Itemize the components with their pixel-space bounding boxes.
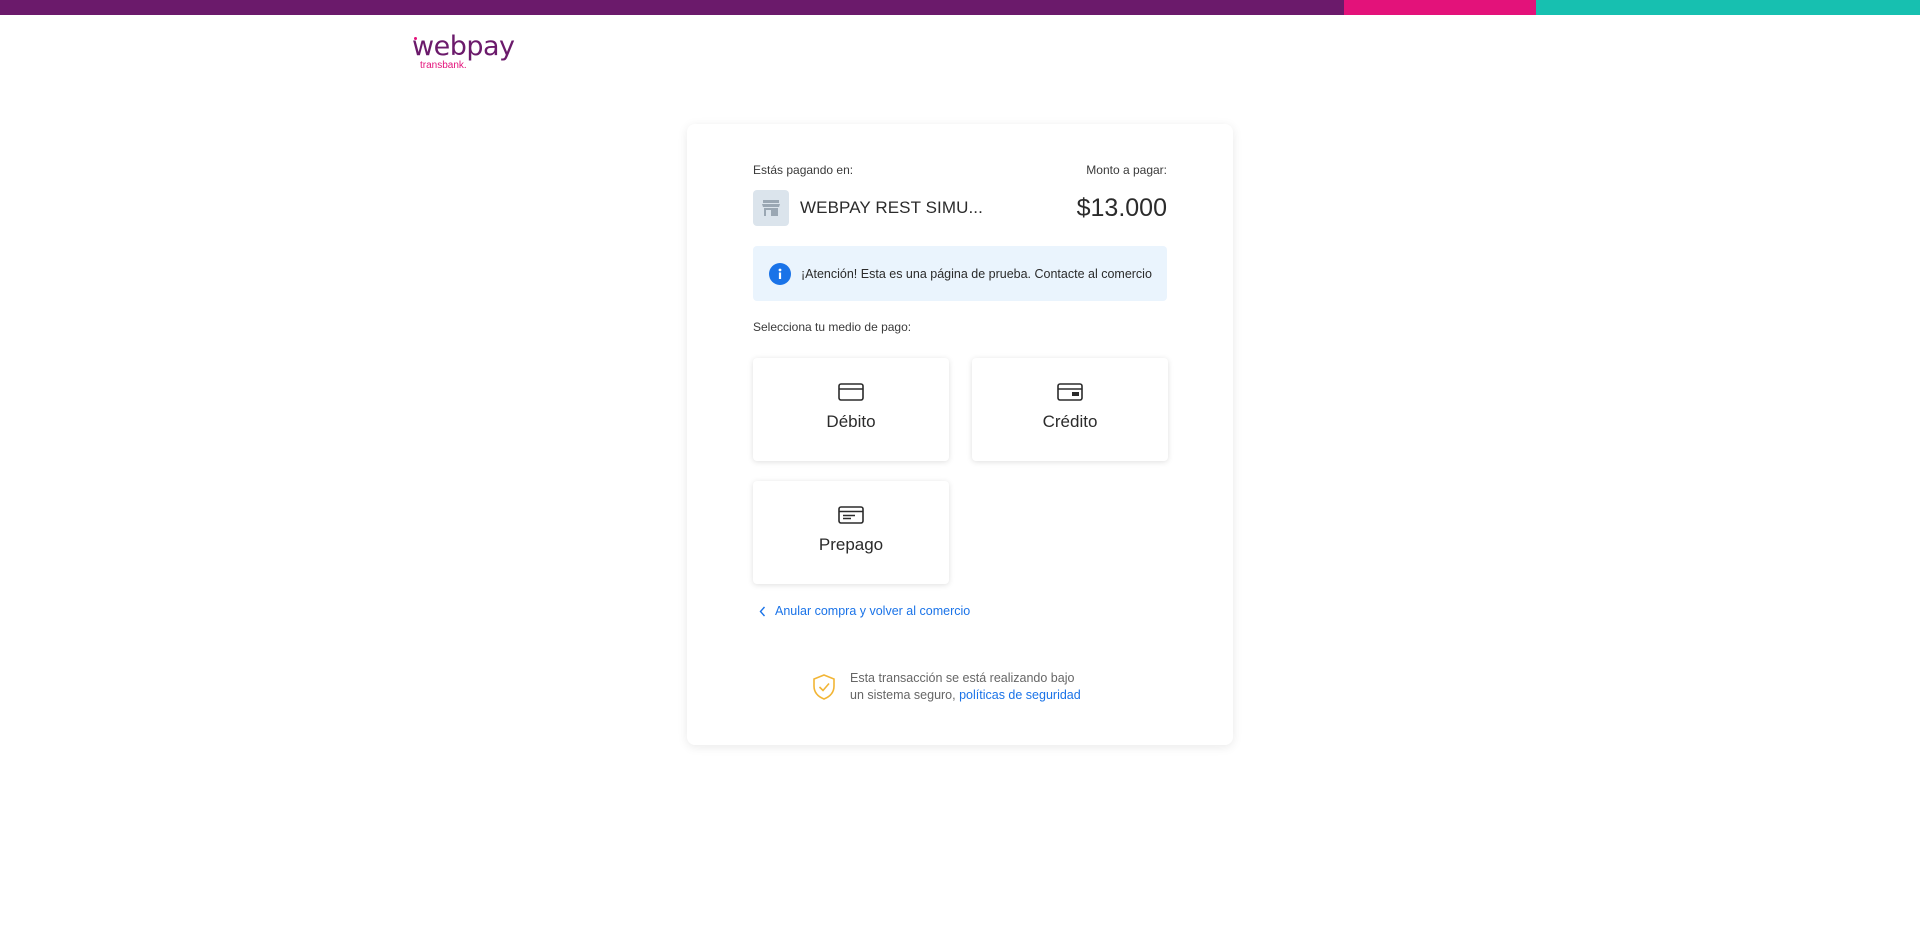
brand-bar-purple [0,0,1344,15]
merchant-info: WEBPAY REST SIMU... [753,190,983,226]
prepaid-option-button[interactable]: Prepago [753,481,949,584]
alert-text: ¡Atención! Esta es una página de prueba.… [801,266,1152,281]
cancel-purchase-label: Anular compra y volver al comercio [775,604,971,618]
security-notice: Esta transacción se está realizando bajo… [811,670,1090,704]
prepaid-card-icon [838,506,864,524]
brand-bar-teal [1536,0,1920,15]
amount-value: $13.000 [1076,193,1167,222]
brand-color-bar [0,0,1920,15]
debit-option-label: Débito [826,412,876,431]
chevron-left-icon [759,606,766,616]
payment-method-label: Selecciona tu medio de pago: [753,320,912,334]
merchant-row: WEBPAY REST SIMU... $13.000 [753,190,1167,226]
credit-card-icon [1057,383,1083,401]
webpay-logo: webpay transbank. [412,32,532,74]
brand-bar-pink [1344,0,1536,15]
merchant-name: WEBPAY REST SIMU... [800,198,983,217]
debit-card-icon [838,383,864,401]
credit-option-button[interactable]: Crédito [972,358,1168,461]
logo-subtext: transbank. [420,60,467,71]
prepaid-option-label: Prepago [818,535,884,554]
test-page-alert: ¡Atención! Esta es una página de prueba.… [753,246,1167,301]
logo-wordmark: webpay [412,31,515,62]
debit-option-button[interactable]: Débito [753,358,949,461]
info-icon [769,262,791,285]
amount-label: Monto a pagar: [1086,163,1167,177]
payment-header-labels: Estás pagando en: Monto a pagar: [753,163,1167,177]
cancel-purchase-link[interactable]: Anular compra y volver al comercio [759,604,970,618]
payment-card: Estás pagando en: Monto a pagar: WEBPAY … [687,124,1233,745]
shield-check-icon [813,674,835,700]
paying-at-label: Estás pagando en: [753,163,854,177]
security-policy-link[interactable]: políticas de seguridad [959,688,1081,702]
security-text: Esta transacción se está realizando bajo… [850,670,1090,704]
credit-option-label: Crédito [1042,412,1098,431]
store-icon [753,190,789,226]
